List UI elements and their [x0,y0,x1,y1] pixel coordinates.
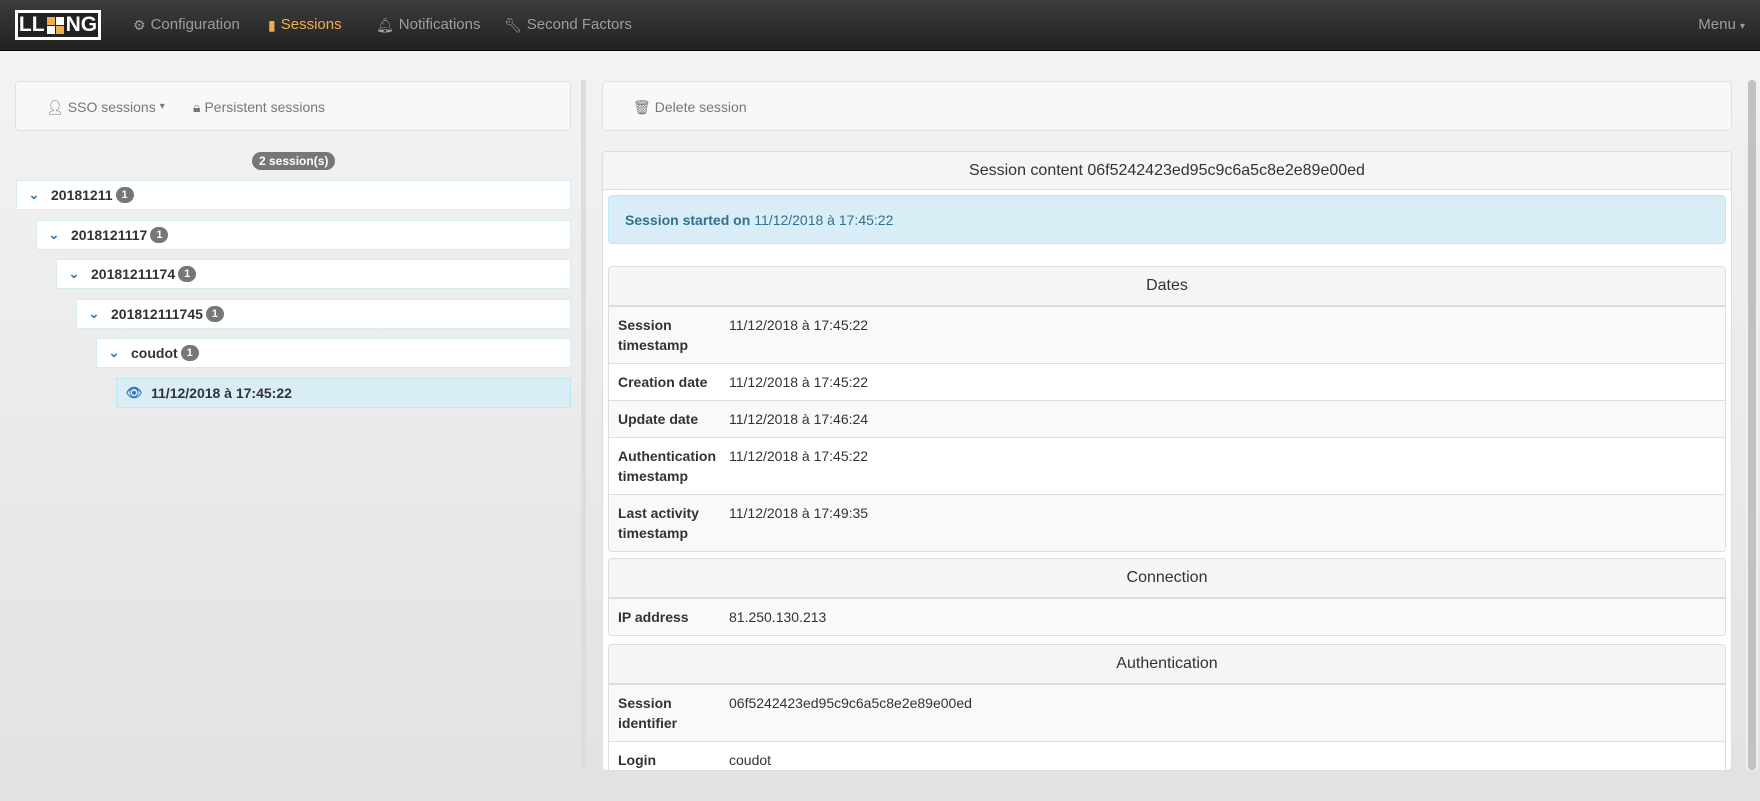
session-actions-toolbar: 🗑︎ Delete session [602,81,1732,131]
tree-node-session[interactable]: 👁︎ 11/12/2018 à 17:45:22 [116,378,571,408]
section-title: Connection [609,559,1725,598]
row-key: Session timestamp [618,317,689,353]
session-started-alert: Session started on 11/12/2018 à 17:45:22 [608,195,1726,244]
tree-node-user[interactable]: ⌄ coudot 1 [96,338,571,368]
row-value: 06f5242423ed95c9c6a5c8e2e89e00ed [729,695,972,711]
tree-node-label: 11/12/2018 à 17:45:22 [151,385,292,401]
caret-down-icon: ▾ [159,101,165,112]
tree-node-count: 1 [115,187,134,203]
tree-node-hour[interactable]: ⌄ 2018121117 1 [36,220,571,250]
tree-node-count: 1 [205,306,225,322]
row-value: 81.250.130.213 [729,609,827,625]
row-key: Update date [618,411,699,427]
gear-icon: ⚙ [133,17,146,33]
documents-icon: ▮ [268,17,276,33]
nav-notifications[interactable]: 🔔︎ Notifications [376,0,480,50]
menu-label: Menu [1698,16,1736,33]
authentication-section: Authentication Session identifier 06f524… [608,644,1726,770]
row-value: 11/12/2018 à 17:46:24 [729,411,869,427]
top-navbar: LL NG ⚙ Configuration ▮ Sessions 🔔︎ Noti… [0,0,1760,51]
session-content-panel: Session content 06f5242423ed95c9c6a5c8e2… [602,151,1732,771]
persistent-sessions-button[interactable]: 🔒︎ Persistent sessions [193,82,325,132]
tree-node-day[interactable]: ⌄ 20181211 1 [16,180,571,210]
row-value: coudot [729,752,772,768]
row-key: Session identifier [618,695,678,731]
row-key: Authentication timestamp [618,448,716,484]
row-value: 11/12/2018 à 17:45:22 [729,317,869,333]
table-row: Last activity timestamp 11/12/2018 à 17:… [609,494,1725,551]
row-key: Creation date [618,374,708,390]
row-key: IP address [618,609,689,625]
dates-section: Dates Session timestamp 11/12/2018 à 17:… [608,266,1726,552]
eye-icon: 👁︎ [125,385,143,400]
row-key: Last activity timestamp [618,505,699,541]
user-icon: 👤︎ [46,99,64,115]
row-value: 11/12/2018 à 17:45:22 [729,374,869,390]
delete-session-button[interactable]: 🗑︎ Delete session [633,82,747,132]
menu-dropdown[interactable]: Menu ▾ [1698,0,1745,50]
bell-icon: 🔔︎ [376,17,394,33]
nav-sessions[interactable]: ▮ Sessions [268,0,342,50]
caret-down-icon: ▾ [1739,21,1745,32]
nav-second-factors[interactable]: 🔧︎ Second Factors [504,0,632,50]
chevron-down-icon[interactable]: ⌄ [57,266,91,282]
tree-node-label: 20181211174 [91,266,176,282]
table-row: IP address 81.250.130.213 [609,598,1725,635]
session-count-badge: 2 session(s) [252,152,336,170]
table-row: Login coudot [609,741,1725,770]
table-row: Authentication timestamp 11/12/2018 à 17… [609,437,1725,494]
nav-configuration-label: Configuration [150,16,240,33]
row-value: 11/12/2018 à 17:45:22 [729,448,869,464]
session-started-label: Session started on [625,211,751,228]
tree-node-tenminutes[interactable]: ⌄ 20181211174 1 [56,259,571,289]
scrollbar-thumb[interactable] [1748,80,1756,770]
tree-node-label: 201812111745 [111,306,203,322]
section-title: Authentication [609,645,1725,684]
lock-icon: 🔒︎ [193,99,201,115]
chevron-down-icon[interactable]: ⌄ [97,345,131,361]
nav-sessions-label: Sessions [280,16,342,33]
tree-node-label: 2018121117 [71,227,148,243]
nav-notifications-label: Notifications [398,16,481,33]
brand-logo[interactable]: LL NG [15,10,101,40]
trash-icon: 🗑︎ [633,99,651,115]
logo-mark: LL NG [18,13,98,37]
table-row: Session timestamp 11/12/2018 à 17:45:22 [609,306,1725,363]
tree-node-count: 1 [150,227,169,243]
table-row: Session identifier 06f5242423ed95c9c6a5c… [609,684,1725,741]
tree-node-minute[interactable]: ⌄ 201812111745 1 [76,299,571,329]
row-value: 11/12/2018 à 17:49:35 [729,505,869,521]
row-key: Login [618,752,657,768]
table-row: Creation date 11/12/2018 à 17:45:22 [609,363,1725,400]
connection-section: Connection IP address 81.250.130.213 [608,558,1726,636]
table-row: Update date 11/12/2018 à 17:46:24 [609,400,1725,437]
nav-second-factors-label: Second Factors [526,16,632,33]
sso-sessions-button[interactable]: 👤︎ SSO sessions ▾ [46,82,165,132]
wrench-icon: 🔧︎ [504,17,522,33]
tree-node-label: coudot [131,345,178,361]
chevron-down-icon[interactable]: ⌄ [17,187,51,203]
section-title: Dates [609,267,1725,306]
session-started-value: 11/12/2018 à 17:45:22 [754,211,894,228]
sso-sessions-label: SSO sessions [67,99,156,115]
tree-node-count: 1 [178,266,197,282]
chevron-down-icon[interactable]: ⌄ [37,227,71,243]
persistent-sessions-label: Persistent sessions [204,99,326,115]
session-type-toolbar: 👤︎ SSO sessions ▾ 🔒︎ Persistent sessions [15,81,571,131]
nav-configuration[interactable]: ⚙ Configuration [133,0,240,50]
tree-node-label: 20181211 [51,187,113,203]
chevron-down-icon[interactable]: ⌄ [77,306,111,322]
tree-node-count: 1 [180,345,199,361]
delete-session-label: Delete session [654,99,747,115]
session-content-title: Session content 06f5242423ed95c9c6a5c8e2… [603,152,1731,190]
panel-divider[interactable] [581,80,586,770]
